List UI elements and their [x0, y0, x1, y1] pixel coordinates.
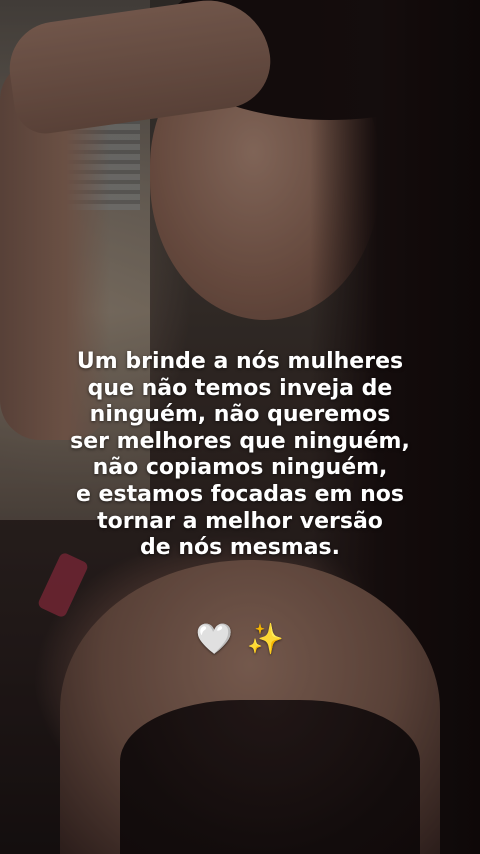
caption-line: tornar a melhor versão — [97, 508, 383, 534]
emoji-row: 🤍 ✨ — [0, 620, 480, 660]
white-heart-icon: 🤍 — [195, 622, 234, 657]
quote-caption: Um brinde a nós mulheres que não temos i… — [40, 349, 440, 562]
story-screen: Um brinde a nós mulheres que não temos i… — [0, 0, 480, 854]
caption-line: ser melhores que ninguém, — [70, 428, 410, 454]
caption-line: que não temos inveja de — [87, 375, 393, 401]
caption-line: ninguém, não queremos — [89, 402, 391, 428]
caption-line: não copiamos ninguém, — [92, 455, 388, 481]
caption-line: e estamos focadas em nos — [75, 481, 405, 507]
sparkles-icon: ✨ — [246, 622, 285, 657]
caption-line: Um brinde a nós mulheres — [76, 349, 404, 374]
caption-line: de nós mesmas. — [139, 535, 341, 561]
